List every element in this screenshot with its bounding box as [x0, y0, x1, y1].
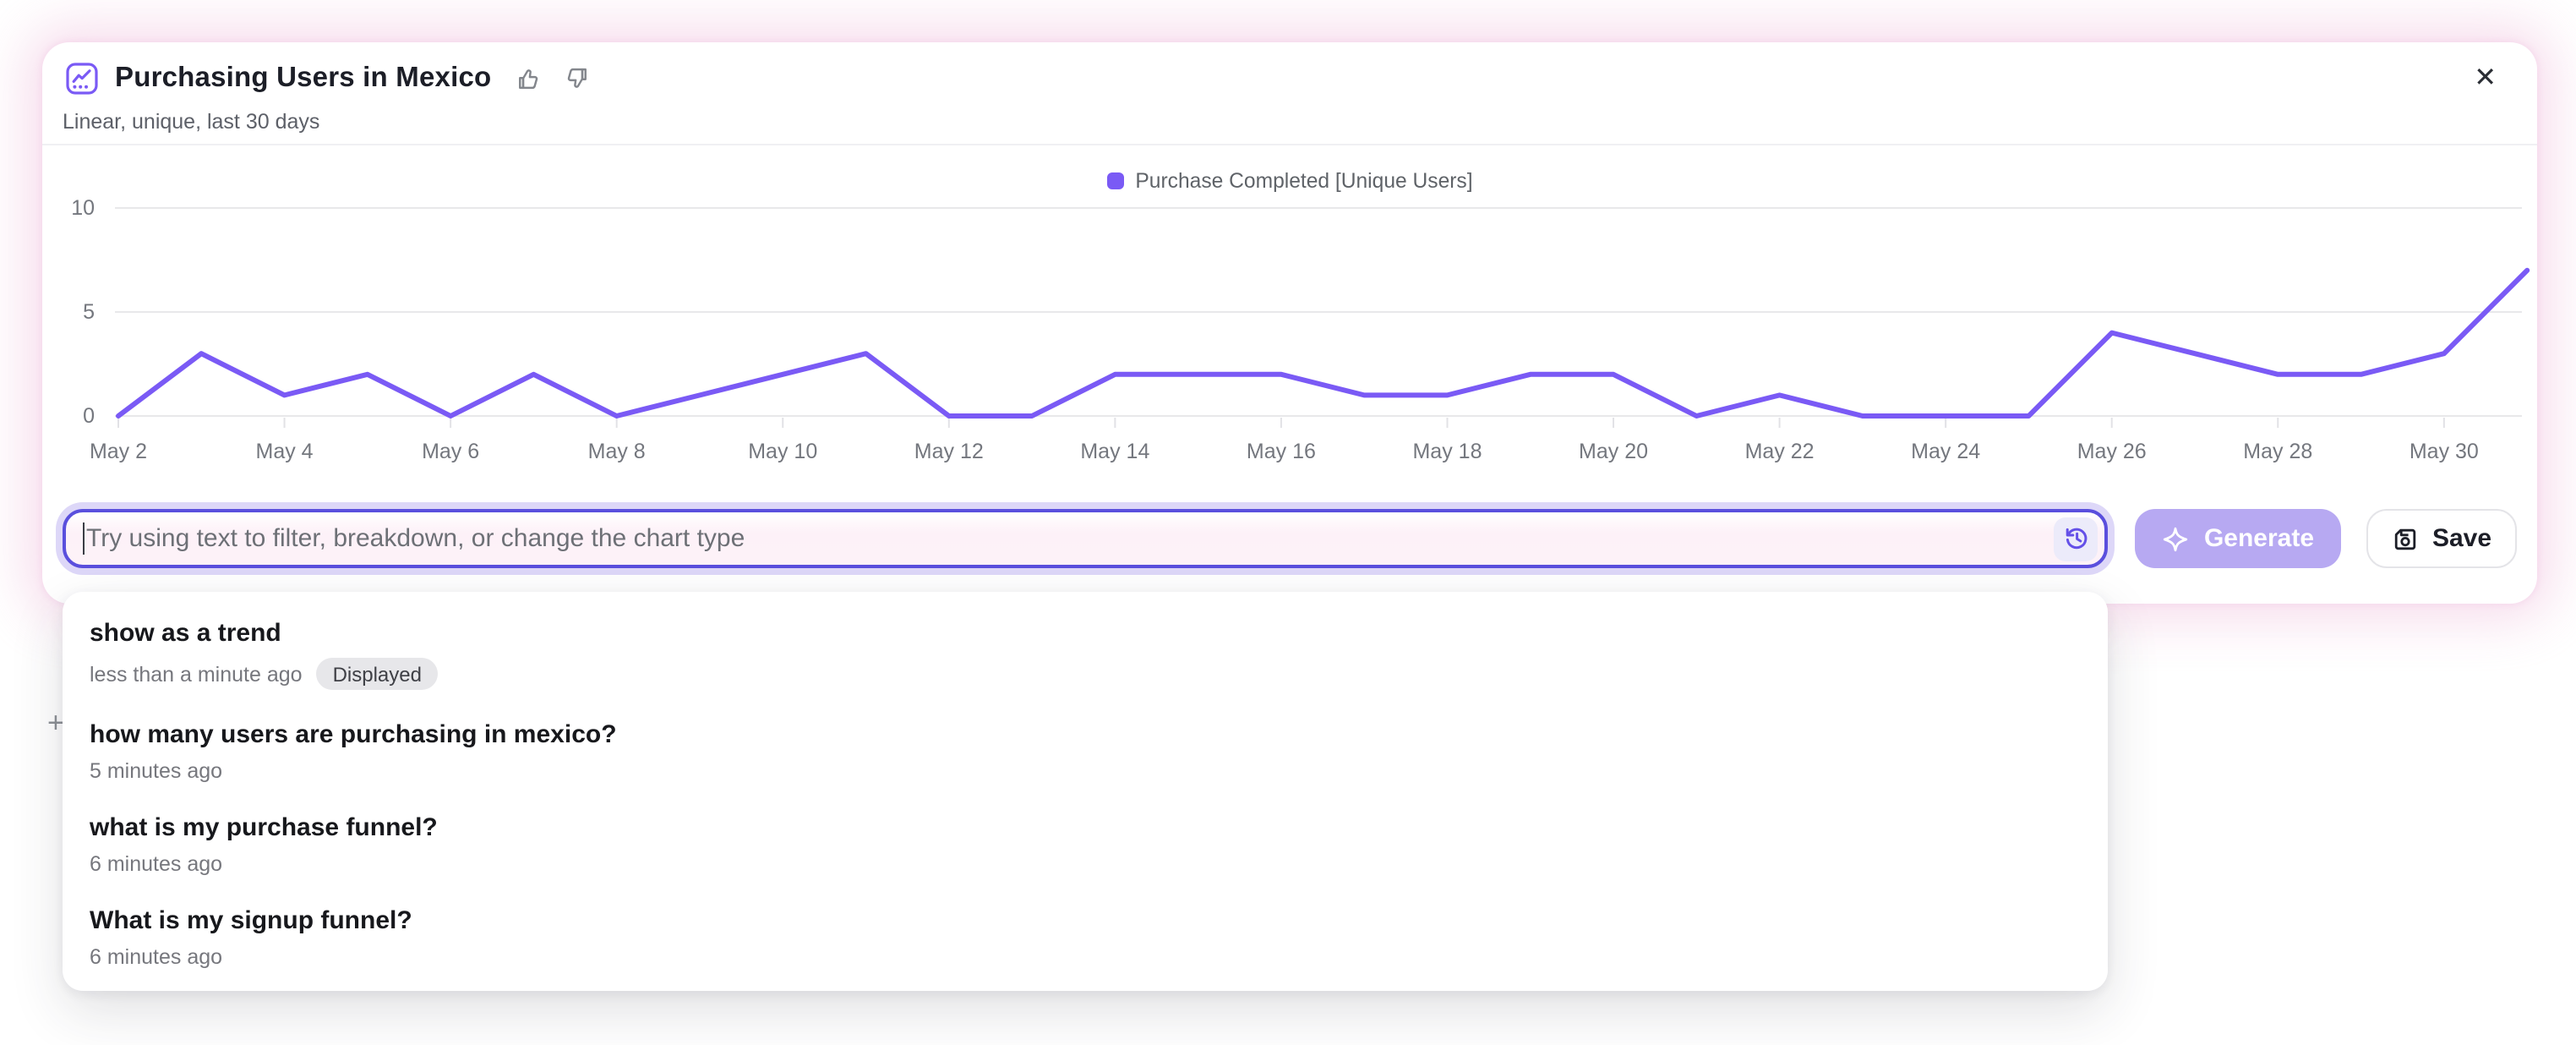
history-item[interactable]: what is my purchase funnel? 6 minutes ag… [63, 797, 2108, 890]
generate-label: Generate [2204, 524, 2314, 553]
svg-text:5: 5 [83, 300, 95, 324]
history-time: 6 minutes ago [90, 853, 222, 877]
save-button[interactable]: Save [2366, 509, 2517, 568]
history-time: 5 minutes ago [90, 760, 222, 784]
history-dropdown: show as a trend less than a minute ago D… [63, 592, 2108, 991]
svg-text:May 6: May 6 [422, 440, 479, 463]
svg-text:10: 10 [71, 196, 95, 220]
text-caret [83, 522, 85, 555]
prompt-input[interactable] [63, 509, 2108, 568]
history-time: 6 minutes ago [90, 946, 222, 970]
svg-text:May 30: May 30 [2410, 440, 2479, 463]
chart-legend: Purchase Completed [Unique Users] [42, 169, 2537, 193]
history-query: how many users are purchasing in mexico? [90, 719, 2081, 753]
close-icon[interactable]: ✕ [2474, 66, 2497, 93]
svg-text:May 2: May 2 [90, 440, 147, 463]
svg-text:May 16: May 16 [1247, 440, 1316, 463]
save-label: Save [2432, 524, 2491, 553]
history-query: what is my purchase funnel? [90, 812, 2081, 846]
svg-text:May 22: May 22 [1745, 440, 1815, 463]
svg-text:May 4: May 4 [256, 440, 314, 463]
prompt-input-wrap [63, 509, 2108, 568]
line-chart: 0 5 10 May 2 May 4 May 6 May 8 May 10 May 12 May … [51, 194, 2535, 485]
svg-text:May 8: May 8 [588, 440, 646, 463]
thumbs-down-icon[interactable] [564, 66, 589, 91]
legend-swatch [1106, 172, 1123, 189]
history-button[interactable] [2054, 517, 2098, 561]
generate-button[interactable]: Generate [2135, 509, 2341, 568]
svg-text:May 12: May 12 [914, 440, 984, 463]
history-clock-icon [2061, 524, 2090, 553]
svg-text:May 14: May 14 [1080, 440, 1149, 463]
card-title: Purchasing Users in Mexico [115, 63, 491, 95]
page: + Purchasing Users in Mexico [0, 0, 2576, 1045]
history-item[interactable]: What is my signup funnel? 6 minutes ago [63, 890, 2108, 983]
legend-label: Purchase Completed [Unique Users] [1135, 169, 1472, 193]
line-chart-icon [66, 63, 98, 95]
thumbs-up-icon[interactable] [515, 66, 540, 91]
history-query: What is my signup funnel? [90, 905, 2081, 939]
svg-text:May 26: May 26 [2077, 440, 2147, 463]
history-item[interactable]: show as a trend less than a minute ago D… [63, 602, 2108, 704]
history-item[interactable]: how many users are purchasing in mexico?… [63, 704, 2108, 797]
displayed-badge: Displayed [316, 658, 439, 691]
card-subtitle: Linear, unique, last 30 days [63, 110, 319, 134]
history-time: less than a minute ago [90, 662, 303, 686]
card-header: Purchasing Users in Mexico ✕ Linear, uni… [42, 42, 2537, 145]
add-plus-icon[interactable]: + [47, 707, 64, 741]
history-query: show as a trend [90, 617, 2081, 651]
svg-text:May 28: May 28 [2243, 440, 2312, 463]
svg-text:May 18: May 18 [1412, 440, 1482, 463]
save-icon [2392, 525, 2419, 552]
svg-text:May 20: May 20 [1579, 440, 1648, 463]
svg-text:0: 0 [83, 404, 95, 428]
chart-card: Purchasing Users in Mexico ✕ Linear, uni… [42, 42, 2537, 604]
sparkle-icon [2162, 525, 2189, 552]
svg-text:May 24: May 24 [1911, 440, 1980, 463]
svg-text:May 10: May 10 [748, 440, 817, 463]
